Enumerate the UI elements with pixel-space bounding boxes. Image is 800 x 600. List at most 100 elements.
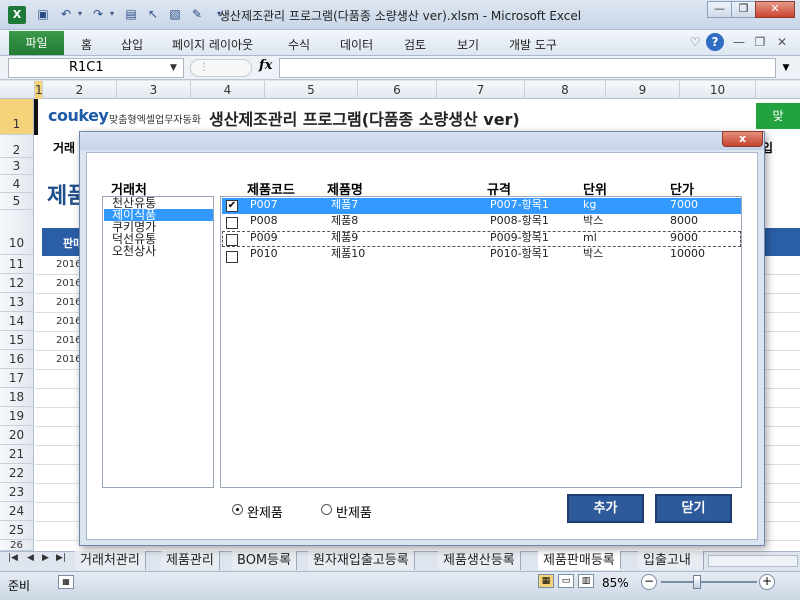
workbook-minimize-icon[interactable]: —	[730, 33, 748, 51]
row-header[interactable]: 4	[0, 175, 34, 193]
name-box-dropdown-icon[interactable]: ▼	[170, 59, 182, 77]
normal-view-icon[interactable]: ▦	[538, 574, 554, 588]
product-row[interactable]	[222, 214, 741, 230]
tab-file[interactable]: 파일	[9, 31, 64, 55]
table-cell-date[interactable]: 2016	[56, 316, 81, 327]
select-all-corner[interactable]	[0, 81, 35, 99]
zoom-level[interactable]: 85%	[602, 576, 629, 590]
expand-formula-bar-icon[interactable]: ▼	[778, 58, 794, 78]
client-list-item[interactable]: 오천상사	[112, 245, 212, 257]
tab-page-layout[interactable]: 페이지 레이아웃	[172, 36, 253, 53]
macro-record-icon[interactable]: ▦	[58, 575, 74, 589]
excel-app-icon[interactable]: X	[8, 6, 26, 24]
format-painter-icon[interactable]: ✎	[189, 6, 205, 22]
radio-finished-label[interactable]: 완제품	[247, 502, 283, 521]
row-header[interactable]: 22	[0, 464, 34, 483]
window-close-button[interactable]: ✕	[755, 1, 795, 18]
product-checkbox[interactable]	[226, 217, 238, 229]
product-row-selected[interactable]	[222, 198, 741, 214]
row-header[interactable]: 25	[0, 521, 34, 540]
column-header[interactable]: 3	[117, 81, 191, 99]
row-header[interactable]: 14	[0, 312, 34, 331]
sheet-tab-active[interactable]: 제품판매등록	[538, 551, 621, 570]
prev-sheet-icon[interactable]: ◀	[27, 553, 34, 563]
table-cell-date[interactable]: 2016	[56, 354, 81, 365]
page-break-view-icon[interactable]: ▥	[578, 574, 594, 588]
dialog-close-button[interactable]: x	[722, 131, 763, 147]
name-box[interactable]: R1C1	[8, 58, 184, 78]
column-header[interactable]: 1	[35, 81, 43, 99]
sheet-tab[interactable]: 제품생산등록	[438, 551, 521, 570]
radio-semi-label[interactable]: 반제품	[336, 502, 372, 521]
customize-toolbar-icon[interactable]: ▾	[211, 6, 227, 22]
row-header[interactable]: 13	[0, 293, 34, 312]
formula-input[interactable]	[279, 58, 776, 78]
tab-review[interactable]: 검토	[404, 36, 426, 53]
row-header[interactable]: 2	[0, 135, 34, 158]
minimize-button[interactable]: —	[707, 1, 732, 18]
sheet-tab[interactable]: 거래처관리	[75, 551, 146, 570]
column-header[interactable]: 4	[191, 81, 265, 99]
row-header[interactable]: 26	[0, 540, 34, 551]
table-cell-date[interactable]: 2016	[56, 335, 81, 346]
sheet-nav-item[interactable]: 거래	[53, 139, 75, 156]
row-header[interactable]: 23	[0, 483, 34, 502]
radio-finished-product[interactable]	[232, 504, 243, 515]
row-header[interactable]: 15	[0, 331, 34, 350]
first-sheet-icon[interactable]: |◀	[8, 553, 18, 563]
row-header[interactable]: 3	[0, 158, 34, 175]
table-cell-date[interactable]: 2016	[56, 297, 81, 308]
workbook-close-icon[interactable]: ✕	[773, 33, 791, 51]
zoom-out-icon[interactable]: −	[641, 574, 657, 590]
column-header[interactable]: 9	[606, 81, 680, 99]
column-header[interactable]: 8	[525, 81, 606, 99]
column-header[interactable]: 7	[437, 81, 525, 99]
row-header[interactable]: 21	[0, 445, 34, 464]
sheet-tab[interactable]: 원자재입출고등록	[308, 551, 415, 570]
sheet-green-button[interactable]: 맞	[756, 103, 800, 129]
undo-dropdown-icon[interactable]: ▾	[72, 6, 88, 22]
product-row-focused[interactable]	[222, 231, 741, 247]
column-header[interactable]: 6	[358, 81, 437, 99]
macro-edit-icon[interactable]: ▧	[167, 6, 183, 22]
row-header[interactable]: 20	[0, 426, 34, 445]
page-layout-view-icon[interactable]: ▭	[558, 574, 574, 588]
column-header[interactable]: 2	[43, 81, 117, 99]
horizontal-scrollbar[interactable]	[708, 555, 798, 567]
close-button[interactable]: 닫기	[655, 494, 732, 523]
tab-home[interactable]: 홈	[81, 36, 92, 53]
row-header[interactable]: 11	[0, 255, 34, 274]
product-checkbox[interactable]	[226, 251, 238, 263]
sheet-tab[interactable]: 제품관리	[161, 551, 220, 570]
table-cell-date[interactable]: 2016	[56, 278, 81, 289]
column-header[interactable]: 5	[265, 81, 358, 99]
sheet-tab[interactable]: BOM등록	[232, 551, 298, 570]
row-header[interactable]: 19	[0, 407, 34, 426]
dialog-titlebar[interactable]	[80, 132, 764, 150]
last-sheet-icon[interactable]: ▶|	[56, 553, 66, 563]
insert-function-icon[interactable]: fx	[259, 58, 272, 73]
collapse-ribbon-icon[interactable]: ♡	[686, 33, 704, 51]
select-pointer-icon[interactable]: ↖	[145, 6, 161, 22]
radio-semi-product[interactable]	[321, 504, 332, 515]
workbook-restore-icon[interactable]: ❐	[751, 33, 769, 51]
row-header[interactable]: 16	[0, 350, 34, 369]
product-row[interactable]	[222, 247, 741, 263]
next-sheet-icon[interactable]: ▶	[42, 553, 49, 563]
row-header[interactable]: 10	[0, 210, 34, 255]
restore-button[interactable]: ❐	[731, 1, 756, 18]
save-icon[interactable]: ▣	[35, 6, 51, 22]
zoom-in-icon[interactable]: +	[759, 574, 775, 590]
tab-developer[interactable]: 개발 도구	[509, 36, 557, 53]
help-icon[interactable]: ?	[706, 33, 724, 51]
tab-formulas[interactable]: 수식	[288, 36, 310, 53]
form-icon[interactable]: ▤	[123, 6, 139, 22]
add-button[interactable]: 추가	[567, 494, 644, 523]
row-header[interactable]: 12	[0, 274, 34, 293]
table-cell-date[interactable]: 2016	[56, 259, 81, 270]
row-header[interactable]: 24	[0, 502, 34, 521]
redo-dropdown-icon[interactable]: ▾	[104, 6, 120, 22]
zoom-slider-thumb[interactable]	[693, 575, 702, 589]
tab-view[interactable]: 보기	[457, 36, 479, 53]
row-header[interactable]: 5	[0, 193, 34, 210]
